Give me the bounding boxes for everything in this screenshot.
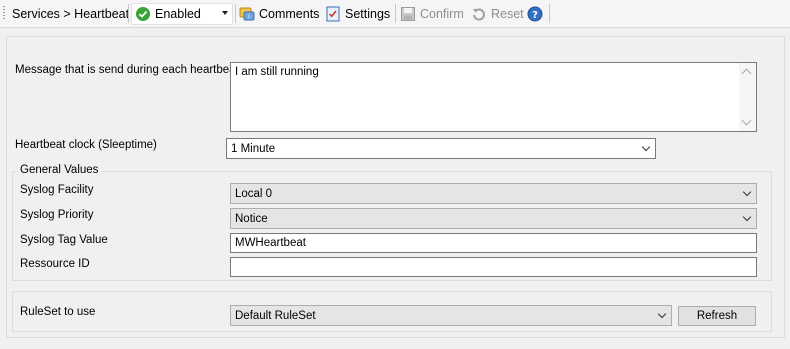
chevron-down-icon xyxy=(641,142,651,152)
toolbar-separator xyxy=(395,4,396,23)
scroll-down-icon[interactable] xyxy=(741,115,752,126)
settings-checklist-icon xyxy=(325,6,341,22)
refresh-button[interactable]: Refresh xyxy=(678,306,756,326)
clock-label: Heartbeat clock (Sleeptime) xyxy=(15,139,157,151)
priority-label: Syslog Priority xyxy=(20,209,94,221)
facility-label: Syslog Facility xyxy=(20,184,94,196)
svg-text:?: ? xyxy=(532,10,538,21)
reset-label: Reset xyxy=(491,6,524,21)
settings-label: Settings xyxy=(345,6,391,21)
tag-label: Syslog Tag Value xyxy=(20,234,108,246)
clock-dropdown[interactable]: 1 Minute xyxy=(226,138,656,159)
comments-icon: i xyxy=(239,6,255,22)
toolbar: Services > Heartbeat Enabled i Comments xyxy=(0,0,790,28)
scroll-up-icon[interactable] xyxy=(741,68,752,79)
reset-icon xyxy=(471,6,487,22)
message-textarea[interactable]: I am still running xyxy=(230,62,757,132)
resource-label: Ressource ID xyxy=(20,258,90,270)
confirm-button[interactable]: Confirm xyxy=(400,0,464,27)
priority-dropdown[interactable]: Notice xyxy=(230,208,757,229)
save-disk-icon xyxy=(400,6,416,22)
chevron-down-icon xyxy=(657,309,667,319)
check-circle-icon xyxy=(135,6,151,22)
facility-dropdown[interactable]: Local 0 xyxy=(230,183,757,204)
comments-label: Comments xyxy=(259,6,320,21)
message-value: I am still running xyxy=(235,66,319,78)
toolbar-grip[interactable] xyxy=(3,6,5,21)
chevron-down-icon xyxy=(742,212,752,222)
help-button[interactable]: ? xyxy=(527,0,543,27)
confirm-label: Confirm xyxy=(420,6,464,21)
clock-value: 1 Minute xyxy=(231,142,276,155)
comments-button[interactable]: i Comments xyxy=(239,0,319,27)
general-values-legend: General Values xyxy=(17,164,102,176)
ruleset-value: Default RuleSet xyxy=(235,309,316,322)
reset-button[interactable]: Reset xyxy=(471,0,524,27)
ruleset-label: RuleSet to use xyxy=(20,306,96,318)
tag-input[interactable]: MWHeartbeat xyxy=(230,233,757,253)
ruleset-dropdown[interactable]: Default RuleSet xyxy=(230,305,672,326)
status-dropdown[interactable]: Enabled xyxy=(131,3,233,25)
priority-value: Notice xyxy=(235,212,268,225)
toolbar-separator xyxy=(128,4,129,23)
facility-value: Local 0 xyxy=(235,187,273,200)
breadcrumb: Services > Heartbeat xyxy=(12,6,130,21)
textarea-scrollbar[interactable] xyxy=(739,63,756,131)
status-value: Enabled xyxy=(155,7,201,21)
tag-value: MWHeartbeat xyxy=(235,237,306,249)
toolbar-separator xyxy=(235,4,236,23)
help-icon: ? xyxy=(527,6,543,22)
toolbar-separator xyxy=(549,4,550,23)
resource-input[interactable] xyxy=(230,257,757,277)
chevron-down-icon xyxy=(222,11,228,15)
refresh-label: Refresh xyxy=(696,310,738,322)
chevron-down-icon xyxy=(742,187,752,197)
message-label: Message that is send during each heartbe… xyxy=(15,64,239,76)
settings-button[interactable]: Settings xyxy=(325,0,390,27)
